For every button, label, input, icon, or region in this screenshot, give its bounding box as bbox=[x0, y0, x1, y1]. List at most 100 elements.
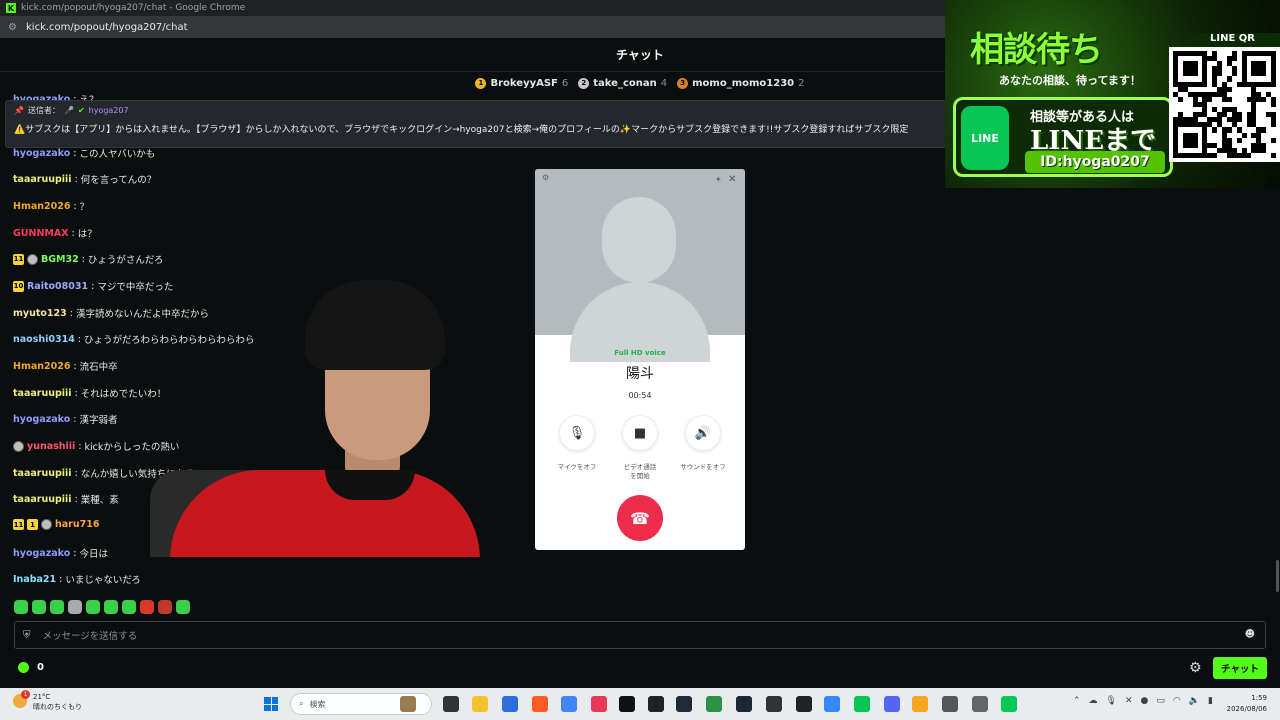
chat-username[interactable]: taaaruupiii bbox=[13, 388, 72, 399]
subscriber-badge-icon: 1 bbox=[27, 519, 38, 530]
file-explorer-icon[interactable] bbox=[472, 696, 488, 712]
chat-username[interactable]: BGM32 bbox=[41, 254, 79, 265]
task-view-icon[interactable] bbox=[443, 696, 459, 712]
news-widget-icon[interactable] bbox=[400, 696, 416, 712]
chat-username[interactable]: GUNNMAX bbox=[13, 228, 69, 239]
battery-icon[interactable]: ▮ bbox=[1208, 696, 1213, 706]
emoji-picker-icon[interactable]: ☻ bbox=[1245, 629, 1255, 640]
emote-icon[interactable] bbox=[32, 600, 46, 614]
chat-username[interactable]: taaaruupiii bbox=[13, 494, 72, 505]
mic-tray-icon[interactable]: 🎙 bbox=[1106, 696, 1117, 706]
chat-colon: : bbox=[74, 387, 78, 399]
chat-username[interactable]: taaaruupiii bbox=[13, 174, 72, 185]
mute-sound-label: サウンドをオフ bbox=[680, 463, 726, 471]
site-info-icon[interactable]: ⚙ bbox=[8, 22, 18, 33]
chevron-up-icon[interactable]: ⌃ bbox=[1073, 696, 1081, 706]
chat-settings-gear-icon[interactable]: ⚙ bbox=[1189, 660, 1202, 676]
emote-icon[interactable] bbox=[86, 600, 100, 614]
emote-icon[interactable] bbox=[158, 600, 172, 614]
chat-username[interactable]: taaaruupiii bbox=[13, 468, 72, 479]
discord-icon[interactable] bbox=[884, 696, 900, 712]
chat-scrollbar[interactable] bbox=[1276, 560, 1279, 592]
ad-headline: 相談待ち bbox=[970, 30, 1103, 70]
emote-icon[interactable] bbox=[104, 600, 118, 614]
tiktok-icon[interactable] bbox=[619, 696, 635, 712]
line-icon[interactable] bbox=[854, 696, 870, 712]
volume-icon[interactable]: 🔈 bbox=[1189, 696, 1200, 706]
chat-username[interactable]: Hman2026 bbox=[13, 361, 70, 372]
gifter-name[interactable]: momo_momo1230 bbox=[692, 78, 794, 89]
kick-studio-icon[interactable] bbox=[706, 696, 722, 712]
top-gifter[interactable]: 3 momo_momo1230 2 bbox=[677, 77, 805, 89]
call-settings-icon[interactable]: ⚙ bbox=[542, 173, 549, 182]
brave-browser-icon[interactable] bbox=[532, 696, 548, 712]
app-icon[interactable] bbox=[912, 696, 928, 712]
chat-text: いまじゃないだろ bbox=[65, 575, 141, 586]
system-tray: ⌃ ☁ 🎙 ✕ ● ▭ ◠ 🔈 ▮ bbox=[1073, 696, 1213, 706]
emote-icon[interactable] bbox=[68, 600, 82, 614]
chat-username[interactable]: hyogazako bbox=[13, 548, 70, 559]
app-icon[interactable] bbox=[942, 696, 958, 712]
display-icon[interactable]: ▭ bbox=[1156, 696, 1165, 706]
chat-username[interactable]: haru716 bbox=[55, 519, 99, 530]
steam-icon[interactable] bbox=[736, 696, 752, 712]
gifter-name[interactable]: BrokeyyASF bbox=[490, 78, 557, 89]
search-placeholder: 検索 bbox=[309, 699, 326, 709]
mute-mic-button[interactable]: 🎙 マイクをオフ bbox=[552, 415, 602, 472]
chat-username[interactable]: Inaba21 bbox=[13, 574, 56, 585]
mic-icon[interactable]: 🎙 bbox=[559, 415, 595, 451]
url-text[interactable]: kick.com/popout/hyoga207/chat bbox=[26, 22, 188, 33]
chrome-icon[interactable] bbox=[561, 696, 577, 712]
top-gifter[interactable]: 2 take_conan 4 bbox=[578, 77, 667, 89]
mute-sound-button[interactable]: 🔊 サウンドをオフ bbox=[678, 415, 728, 472]
emote-icon[interactable] bbox=[14, 600, 28, 614]
chat-text: 今日は bbox=[79, 549, 108, 560]
chat-username[interactable]: myuto123 bbox=[13, 308, 67, 319]
chat-username[interactable]: hyogazako bbox=[13, 148, 70, 159]
chat-colon: : bbox=[71, 227, 75, 239]
app-icon[interactable] bbox=[502, 696, 518, 712]
emote-icon[interactable] bbox=[140, 600, 154, 614]
top-gifter[interactable]: 1 BrokeyyASF 6 bbox=[475, 77, 568, 89]
emote-icon[interactable] bbox=[50, 600, 64, 614]
call-pin-icon[interactable]: ✦ bbox=[715, 175, 722, 184]
chat-username[interactable]: yunashiii bbox=[27, 441, 75, 452]
pinned-message[interactable]: 📌 送信者： 🎤 ✔ hyoga207 ⚠️サブスクは【アプリ】からは入れません… bbox=[5, 100, 950, 148]
video-icon[interactable]: ■ bbox=[622, 415, 658, 451]
chat-username[interactable]: Hman2026 bbox=[13, 201, 70, 212]
send-chat-button[interactable]: チャット bbox=[1213, 657, 1267, 679]
channel-points[interactable]: 0 bbox=[18, 662, 44, 673]
emote-icon[interactable] bbox=[122, 600, 136, 614]
chat-username[interactable]: hyogazako bbox=[13, 414, 70, 425]
weather-widget[interactable]: 1 21°C 晴れのちくもり bbox=[13, 690, 82, 712]
disney-plus-icon[interactable] bbox=[676, 696, 692, 712]
start-video-button[interactable]: ■ ビデオ通話を開始 bbox=[615, 415, 665, 481]
emote-icon[interactable] bbox=[176, 600, 190, 614]
start-windows-icon[interactable] bbox=[264, 697, 278, 711]
wifi-icon[interactable]: ◠ bbox=[1173, 696, 1181, 706]
chat-username[interactable]: Raito08031 bbox=[27, 281, 88, 292]
chat-input[interactable]: ⛨ メッセージを送信する ☻ bbox=[14, 621, 1266, 649]
gifter-name[interactable]: take_conan bbox=[593, 78, 656, 89]
onedrive-icon[interactable]: ● bbox=[1141, 696, 1149, 706]
app-icon[interactable] bbox=[824, 696, 840, 712]
pinned-sender[interactable]: hyoga207 bbox=[89, 106, 129, 115]
voice-call-window: ⚙ ✦ ✕ Full HD voice 陽斗 00:54 🎙 マイクをオフ ■ … bbox=[535, 169, 745, 550]
points-value: 0 bbox=[37, 662, 44, 673]
obs-icon[interactable] bbox=[796, 696, 812, 712]
clock[interactable]: 1:59 2026/08/06 bbox=[1222, 693, 1267, 715]
line-icon[interactable] bbox=[1001, 696, 1017, 712]
call-close-icon[interactable]: ✕ bbox=[728, 174, 736, 185]
app-icon[interactable] bbox=[648, 696, 664, 712]
shield-icon[interactable]: ⛨ bbox=[23, 630, 31, 641]
hang-up-button[interactable]: ☎ bbox=[617, 495, 663, 541]
capcut-icon[interactable] bbox=[766, 696, 782, 712]
rank-medal-icon: 1 bbox=[475, 77, 487, 89]
network-cloud-icon[interactable]: ☁ bbox=[1089, 696, 1098, 706]
speaker-icon[interactable]: 🔊 bbox=[685, 415, 721, 451]
chat-input-placeholder[interactable]: メッセージを送信する bbox=[43, 628, 138, 642]
bluetooth-icon[interactable]: ✕ bbox=[1125, 696, 1133, 706]
app-icon[interactable] bbox=[591, 696, 607, 712]
settings-icon[interactable] bbox=[972, 696, 988, 712]
chat-username[interactable]: naoshi0314 bbox=[13, 334, 75, 345]
